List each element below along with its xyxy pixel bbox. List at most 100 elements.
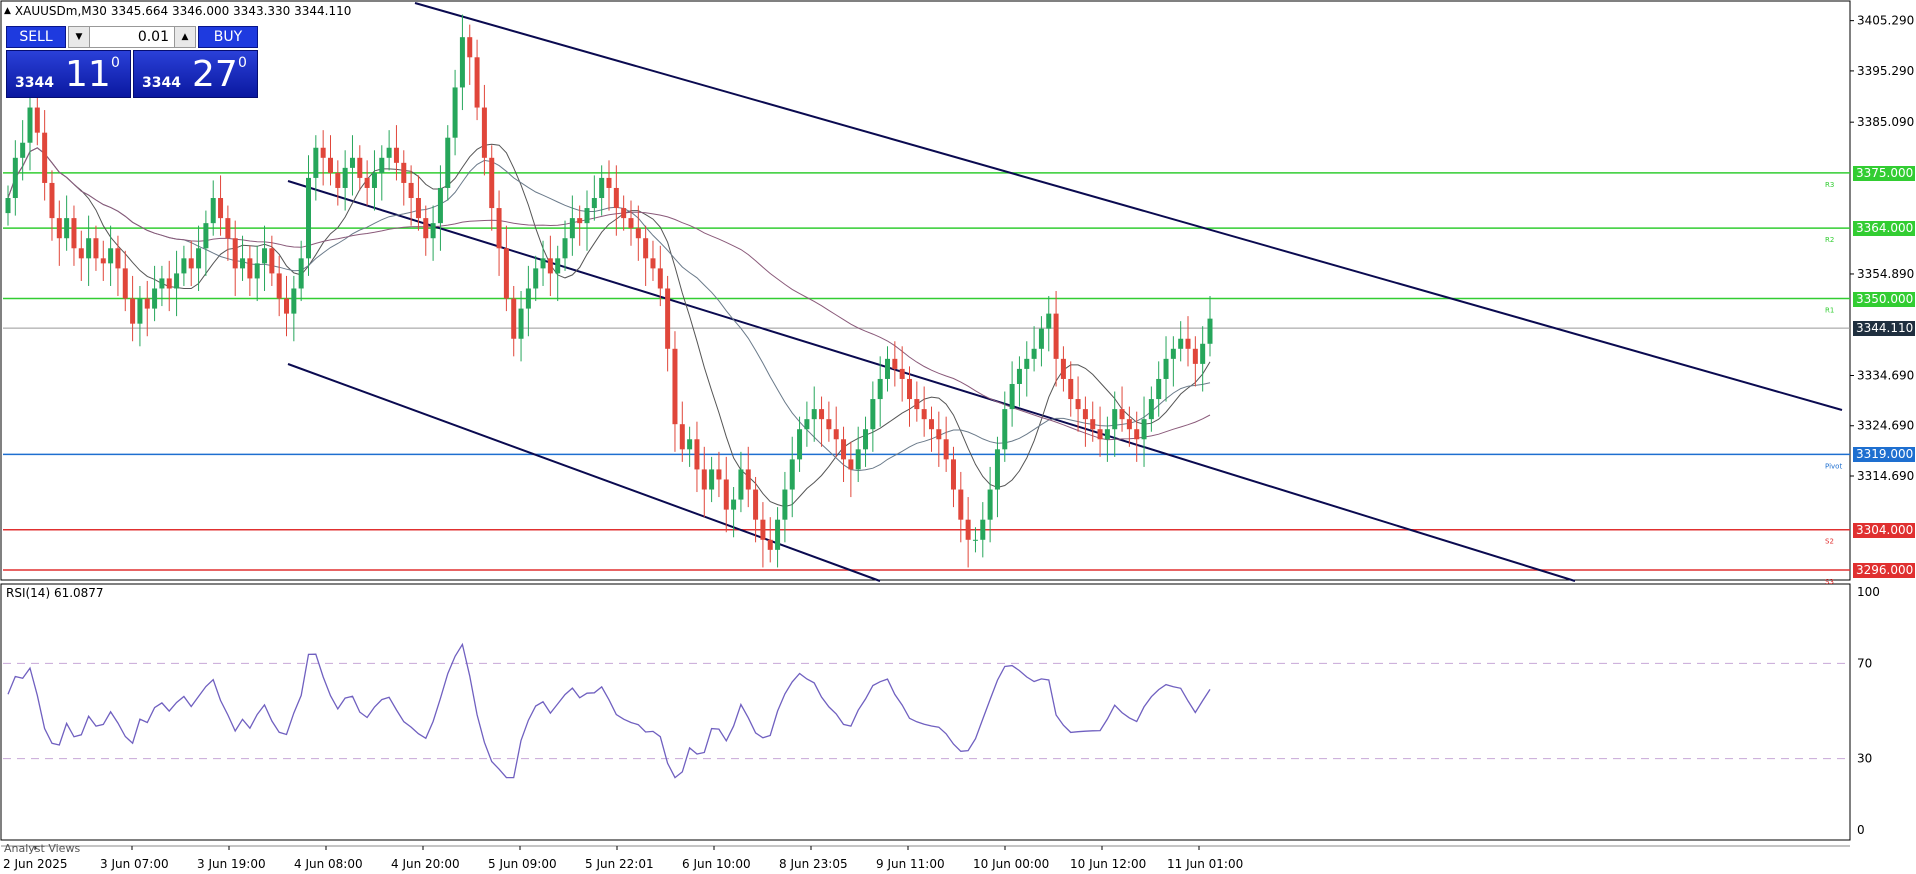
candle-body — [181, 258, 187, 274]
candle-body — [1119, 409, 1125, 420]
candle-body — [240, 258, 246, 269]
level-name-r1: R1 — [1825, 307, 1834, 315]
candle-body — [591, 198, 597, 209]
candle-body — [481, 107, 487, 158]
candle-body — [401, 162, 407, 183]
sell-price-base: 3344 — [15, 75, 54, 91]
chevron-up-icon[interactable]: ▲ — [174, 27, 195, 47]
candle-body — [643, 238, 649, 259]
candle-body — [408, 182, 414, 199]
candle-body — [555, 258, 561, 274]
candle-body — [907, 378, 912, 400]
candle-body — [262, 248, 268, 264]
candle-body — [144, 298, 150, 309]
collapse-triangle-icon[interactable]: ▲ — [4, 6, 11, 16]
candle-body — [437, 187, 443, 224]
chart-frame — [0, 0, 1851, 847]
candle-body — [716, 469, 722, 480]
candle-body — [819, 409, 825, 420]
buy-price-base: 3344 — [142, 75, 181, 91]
candle-body — [27, 107, 33, 143]
rsi-line — [7, 642, 1211, 779]
lot-size-stepper[interactable]: ▼ 0.01 ▲ — [68, 26, 196, 48]
candle-body — [1009, 383, 1015, 410]
time-tick-label: 4 Jun 20:00 — [391, 857, 460, 871]
chevron-down-icon[interactable]: ▼ — [69, 27, 90, 47]
candle-body — [459, 37, 465, 88]
candle-body — [760, 519, 766, 540]
candle-body — [415, 198, 421, 219]
candle-body — [247, 258, 253, 279]
candle-body — [679, 424, 685, 450]
candle-body — [965, 519, 971, 540]
lot-size-input[interactable]: 0.01 — [91, 27, 173, 47]
candle-body — [276, 273, 282, 299]
candle-body — [621, 208, 627, 219]
symbol-header: ▲ XAUUSDm,M30 3345.664 3346.000 3343.330… — [4, 4, 351, 18]
candle-body — [885, 358, 891, 379]
level-price-tag-r3: 3375.000 — [1853, 165, 1915, 181]
time-tick-label: 5 Jun 22:01 — [585, 857, 654, 871]
level-price-tag-r2: 3364.000 — [1853, 221, 1915, 237]
candle-body — [950, 459, 956, 490]
sell-button[interactable]: SELL — [6, 26, 66, 48]
rsi-tick-label: 30 — [1857, 752, 1872, 766]
candle-body — [42, 132, 48, 183]
time-tick-label: 3 Jun 07:00 — [100, 857, 169, 871]
candle-body — [855, 449, 861, 470]
candle-body — [775, 519, 781, 550]
candle-body — [723, 479, 729, 510]
candle-body — [115, 248, 121, 269]
time-tick-label: 10 Jun 12:00 — [1070, 857, 1146, 871]
candle-body — [863, 429, 869, 450]
candle-body — [701, 469, 707, 490]
candle-body — [936, 429, 942, 440]
candle-body — [474, 57, 480, 108]
candle-body — [833, 429, 839, 440]
candle-body — [452, 87, 458, 138]
buy-button[interactable]: BUY — [198, 26, 258, 48]
candle-body — [56, 218, 62, 239]
sell-price-box[interactable]: 3344 11 0 — [6, 50, 131, 98]
time-tick-label: 11 Jun 01:00 — [1167, 857, 1243, 871]
analyst-views-tab[interactable]: Analyst Views — [4, 842, 80, 855]
candle-body — [86, 238, 92, 259]
candle-body — [1016, 368, 1022, 384]
candle-body — [306, 177, 311, 259]
candle-body — [753, 489, 759, 520]
trend-line — [287, 180, 1576, 582]
candle-body — [335, 172, 341, 188]
candle-body — [892, 358, 898, 369]
price-tick-label: 3334.690 — [1857, 368, 1914, 382]
candle-body — [64, 218, 70, 239]
ohlc-values: 3345.664 3346.000 3343.330 3344.110 — [110, 4, 352, 18]
candle-body — [1134, 429, 1140, 440]
buy-price-pips: 27 — [192, 54, 238, 95]
chart-canvas[interactable]: R3 R2 R1 Pivot S2 S3 3405.290 3395.290 3385.090… — [0, 0, 1916, 874]
candle-body — [489, 157, 495, 209]
candle-body — [371, 172, 377, 188]
candle-body — [1075, 399, 1081, 410]
level-price-tag-s3: 3296.000 — [1853, 562, 1915, 578]
rsi-label: RSI(14) 61.0877 — [6, 586, 104, 600]
level-name-r3: R3 — [1825, 181, 1834, 189]
candle-body — [694, 439, 700, 470]
candle-body — [745, 469, 751, 490]
buy-price-box[interactable]: 3344 27 0 — [133, 50, 258, 98]
candle-body — [298, 258, 304, 289]
candle-body — [93, 238, 99, 259]
rsi-indicator — [3, 642, 1850, 779]
candle-body — [5, 198, 11, 214]
rsi-tick-label: 0 — [1857, 823, 1865, 837]
candle-body — [1002, 409, 1008, 450]
candle-body — [423, 218, 429, 239]
candle-body — [1082, 409, 1088, 420]
candle-body — [379, 157, 385, 173]
candle-body — [635, 228, 641, 239]
candle-body — [533, 268, 539, 289]
candle-body — [166, 278, 172, 289]
time-tick-label: 9 Jun 11:00 — [876, 857, 945, 871]
candle-body — [1163, 358, 1169, 379]
rsi-pane-border — [0, 583, 1851, 841]
candle-body — [657, 268, 663, 289]
